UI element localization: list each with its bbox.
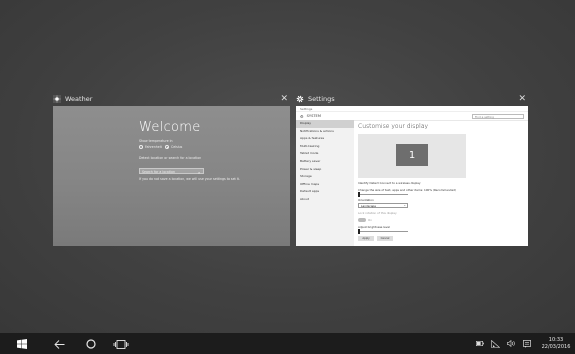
settings-main-panel: Customise your display 1 Identify Detect… (358, 123, 524, 246)
sidebar-item-tablet-mode[interactable]: Tablet mode (296, 150, 354, 158)
gear-icon (296, 95, 304, 103)
window-thumbnail[interactable]: Settings ⚙ SYSTEM Find a setting Display… (296, 106, 528, 246)
taskbar: 10:33 22/03/2016 (0, 333, 575, 354)
scale-label: Change the size of text, apps and other … (358, 188, 457, 192)
sidebar-item-apps[interactable]: Apps & features (296, 135, 354, 143)
start-button[interactable] (0, 333, 44, 354)
task-view-window-weather[interactable]: Weather ✕ Welcome Show temperature in Fa… (53, 92, 290, 246)
scale-slider[interactable] (358, 192, 408, 197)
cortana-button[interactable] (74, 333, 108, 354)
window-thumbnail[interactable]: Welcome Show temperature in Fahrenheit C… (53, 106, 290, 246)
settings-section-title: SYSTEM (306, 114, 321, 118)
cancel-button[interactable]: Cancel (377, 236, 393, 241)
sidebar-item-battery-saver[interactable]: Battery saver (296, 158, 354, 166)
page-title: Customise your display (358, 123, 429, 130)
close-icon[interactable]: ✕ (278, 94, 290, 104)
sidebar-item-multitasking[interactable]: Multi-tasking (296, 143, 354, 151)
display-preview: 1 (358, 134, 466, 178)
lock-rotation-toggle-row: On (358, 218, 524, 222)
display-links[interactable]: Identify Detect Connect to a wireless di… (358, 181, 524, 185)
windows-logo-icon (17, 334, 27, 353)
network-icon[interactable] (487, 333, 503, 354)
location-search-input[interactable]: Search for a location ⌕ (139, 168, 204, 175)
task-view-icon (113, 334, 129, 353)
sidebar-item-notifications[interactable]: Notifications & actions (296, 128, 354, 136)
back-arrow-icon (53, 334, 65, 353)
sidebar-item-about[interactable]: About (296, 196, 354, 204)
sidebar-item-display[interactable]: Display (296, 120, 354, 128)
window-title: Settings (308, 95, 335, 103)
task-view-window-settings[interactable]: Settings ✕ Settings ⚙ SYSTEM Find a sett… (296, 92, 528, 246)
system-tray: 10:33 22/03/2016 (473, 333, 575, 354)
brightness-label: Adjust brightness level (358, 225, 390, 229)
settings-search-input[interactable]: Find a setting (472, 113, 524, 119)
apply-button[interactable]: Apply (358, 236, 374, 241)
task-view-button[interactable] (108, 333, 134, 354)
orientation-label: Orientation (358, 198, 374, 202)
window-card-header: Settings ✕ (296, 92, 528, 106)
fahrenheit-label: Fahrenheit (145, 145, 162, 150)
clock-date: 22/03/2016 (541, 343, 571, 350)
search-icon[interactable]: ⌕ (198, 170, 200, 175)
action-buttons: Apply Cancel (358, 236, 524, 241)
location-search-placeholder: Search for a location (142, 170, 175, 174)
monitor-1[interactable]: 1 (396, 144, 428, 166)
lock-rotation-toggle[interactable] (358, 218, 366, 222)
window-title: Weather (65, 95, 93, 103)
close-icon[interactable]: ✕ (516, 94, 528, 104)
taskbar-clock[interactable]: 10:33 22/03/2016 (537, 337, 575, 350)
welcome-heading: Welcome (139, 120, 201, 135)
orientation-dropdown[interactable]: Landscape (358, 203, 408, 208)
location-prompt: Detect location or search for a location (139, 156, 202, 160)
sidebar-item-default-apps[interactable]: Default apps (296, 188, 354, 196)
celsius-radio[interactable] (165, 145, 169, 149)
fahrenheit-radio[interactable] (139, 145, 143, 149)
window-card-header: Weather ✕ (53, 92, 290, 106)
settings-sidebar: Display Notifications & actions Apps & f… (296, 120, 354, 246)
volume-icon[interactable] (503, 333, 519, 354)
celsius-label: Celsius (171, 145, 183, 150)
cortana-circle-icon (86, 334, 96, 353)
gear-icon: ⚙ (300, 113, 304, 119)
battery-icon[interactable] (473, 333, 487, 354)
toggle-state: On (368, 218, 372, 222)
temperature-prompt: Show temperature in (139, 139, 173, 143)
lock-rotation-label: Lock rotation of this display (358, 211, 397, 215)
sidebar-item-power-sleep[interactable]: Power & sleep (296, 166, 354, 174)
sidebar-item-offline-maps[interactable]: Offline maps (296, 181, 354, 189)
sidebar-item-storage[interactable]: Storage (296, 173, 354, 181)
location-footer-note: If you do not save a location, we will u… (139, 177, 240, 181)
desktop-background: Weather ✕ Welcome Show temperature in Fa… (0, 0, 575, 333)
back-button[interactable] (44, 333, 74, 354)
action-center-icon[interactable] (519, 333, 535, 354)
weather-sun-icon (53, 95, 61, 103)
brightness-slider[interactable] (358, 229, 408, 234)
